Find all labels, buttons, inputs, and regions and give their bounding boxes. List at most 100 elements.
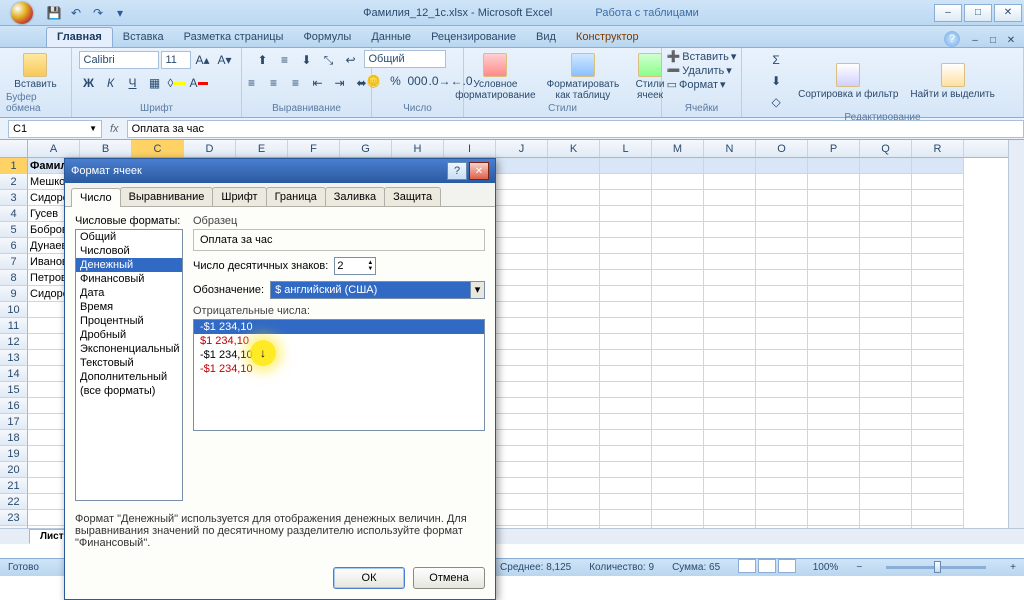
cell[interactable]: [808, 510, 860, 526]
category-item[interactable]: Общий: [76, 230, 182, 244]
row-header[interactable]: 20: [0, 462, 28, 478]
view-normal-icon[interactable]: [738, 559, 756, 573]
cell[interactable]: [704, 414, 756, 430]
cell[interactable]: [704, 382, 756, 398]
cell[interactable]: [704, 430, 756, 446]
cell[interactable]: [652, 270, 704, 286]
mdi-close[interactable]: ✕: [1004, 33, 1018, 47]
cell[interactable]: [756, 286, 808, 302]
cell[interactable]: [912, 430, 964, 446]
column-header[interactable]: A: [28, 140, 80, 157]
cell[interactable]: [652, 286, 704, 302]
row-header[interactable]: 6: [0, 238, 28, 254]
cell[interactable]: [756, 446, 808, 462]
cell[interactable]: [704, 366, 756, 382]
cell[interactable]: [704, 510, 756, 526]
view-pagebreak-icon[interactable]: [778, 559, 796, 573]
negative-option[interactable]: -$1 234,10: [194, 348, 484, 362]
view-layout-icon[interactable]: [758, 559, 776, 573]
row-header[interactable]: 3: [0, 190, 28, 206]
cell[interactable]: [600, 190, 652, 206]
cell[interactable]: [756, 174, 808, 190]
save-icon[interactable]: 💾: [46, 5, 62, 21]
cell[interactable]: [704, 494, 756, 510]
cell[interactable]: [496, 414, 548, 430]
row-header[interactable]: 23: [0, 510, 28, 526]
cell[interactable]: [652, 414, 704, 430]
redo-icon[interactable]: ↷: [90, 5, 106, 21]
column-header[interactable]: B: [80, 140, 132, 157]
zoom-slider[interactable]: [886, 566, 986, 569]
column-header[interactable]: N: [704, 140, 756, 157]
cell[interactable]: [652, 382, 704, 398]
cell[interactable]: [600, 302, 652, 318]
negative-option[interactable]: -$1 234,10: [194, 320, 484, 334]
cell[interactable]: [912, 462, 964, 478]
currency-icon[interactable]: 🪙: [364, 71, 384, 91]
cell[interactable]: [496, 350, 548, 366]
cell[interactable]: [756, 190, 808, 206]
cell[interactable]: [600, 446, 652, 462]
cell[interactable]: [808, 478, 860, 494]
cell[interactable]: [756, 158, 808, 174]
cell[interactable]: [652, 494, 704, 510]
cell[interactable]: [600, 222, 652, 238]
column-header[interactable]: K: [548, 140, 600, 157]
cell[interactable]: [808, 254, 860, 270]
align-top-icon[interactable]: ⬆: [253, 50, 273, 70]
row-header[interactable]: 22: [0, 494, 28, 510]
align-right-icon[interactable]: ≡: [286, 73, 306, 93]
cell[interactable]: [652, 206, 704, 222]
row-header[interactable]: 21: [0, 478, 28, 494]
cell[interactable]: [496, 174, 548, 190]
negative-option[interactable]: -$1 234,10: [194, 362, 484, 376]
cell[interactable]: [548, 270, 600, 286]
cell[interactable]: [808, 318, 860, 334]
cell[interactable]: [756, 478, 808, 494]
cell[interactable]: [912, 302, 964, 318]
insert-cells-button[interactable]: ➕ Вставить ▾: [667, 50, 737, 63]
cell[interactable]: [860, 302, 912, 318]
category-item[interactable]: Текстовый: [76, 356, 182, 370]
column-header[interactable]: D: [184, 140, 236, 157]
cell[interactable]: [860, 286, 912, 302]
cell[interactable]: [548, 190, 600, 206]
minimize-button[interactable]: –: [934, 4, 962, 22]
row-header[interactable]: 15: [0, 382, 28, 398]
tab-page-layout[interactable]: Разметка страницы: [174, 28, 294, 47]
cell[interactable]: [756, 398, 808, 414]
cell[interactable]: [912, 286, 964, 302]
cell[interactable]: [704, 446, 756, 462]
row-header[interactable]: 4: [0, 206, 28, 222]
row-header[interactable]: 11: [0, 318, 28, 334]
cell[interactable]: [652, 366, 704, 382]
mdi-minimize[interactable]: –: [968, 33, 982, 47]
cell[interactable]: [548, 382, 600, 398]
cell[interactable]: [756, 318, 808, 334]
align-bottom-icon[interactable]: ⬇: [297, 50, 317, 70]
category-item[interactable]: Денежный: [76, 258, 182, 272]
cell[interactable]: [912, 366, 964, 382]
cell[interactable]: [496, 446, 548, 462]
cell[interactable]: [756, 222, 808, 238]
cell[interactable]: [652, 238, 704, 254]
cell[interactable]: [756, 350, 808, 366]
cell[interactable]: [704, 462, 756, 478]
align-left-icon[interactable]: ≡: [242, 73, 262, 93]
cell[interactable]: [756, 510, 808, 526]
cell[interactable]: [600, 254, 652, 270]
row-header[interactable]: 14: [0, 366, 28, 382]
bold-icon[interactable]: Ж: [79, 73, 99, 93]
increase-indent-icon[interactable]: ⇥: [330, 73, 350, 93]
cell[interactable]: [548, 158, 600, 174]
cell[interactable]: [652, 510, 704, 526]
column-header[interactable]: J: [496, 140, 548, 157]
increase-font-icon[interactable]: A▴: [193, 50, 213, 70]
cell[interactable]: [496, 302, 548, 318]
ok-button[interactable]: ОК: [333, 567, 405, 589]
cell[interactable]: [600, 350, 652, 366]
decrease-indent-icon[interactable]: ⇤: [308, 73, 328, 93]
cell[interactable]: [548, 350, 600, 366]
cell[interactable]: [860, 334, 912, 350]
cell[interactable]: [548, 318, 600, 334]
